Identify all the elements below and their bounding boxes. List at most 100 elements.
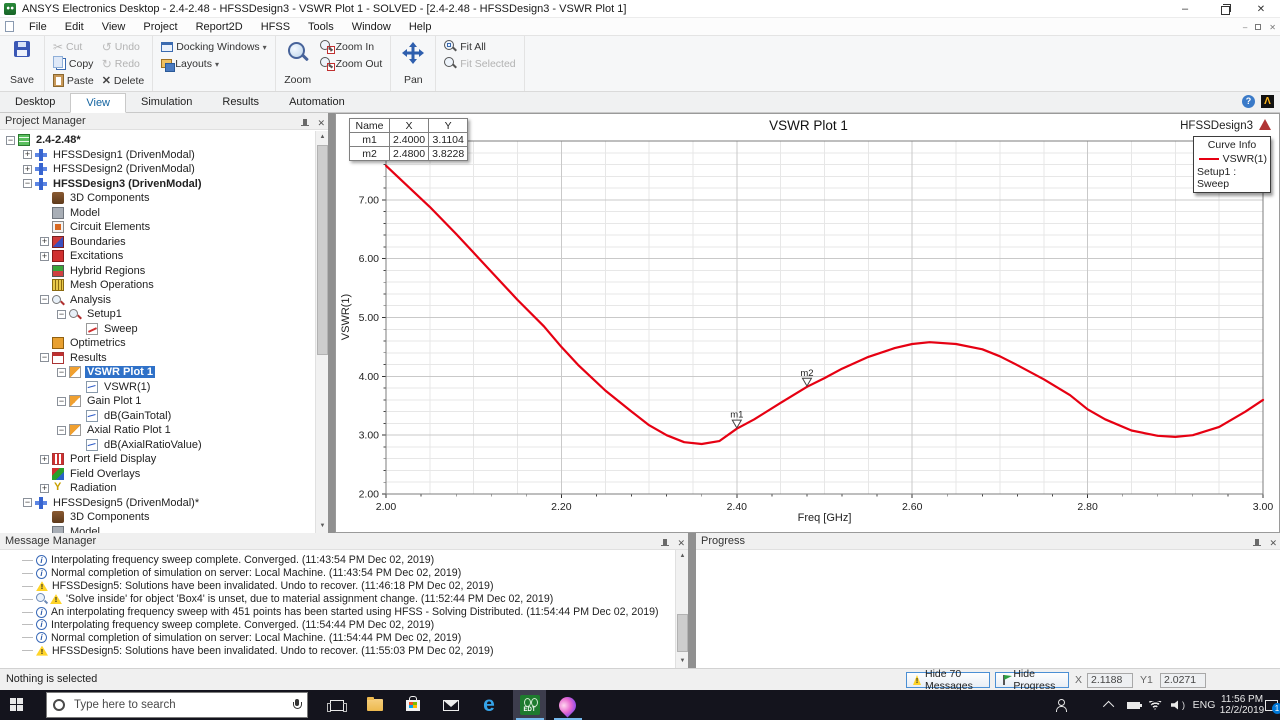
start-button[interactable] <box>10 698 24 712</box>
collapse-icon[interactable]: − <box>57 426 66 435</box>
microphone-icon[interactable] <box>292 699 301 712</box>
tree-item[interactable]: dB(AxialRatioValue) <box>0 438 315 453</box>
tree-item[interactable]: Circuit Elements <box>0 220 315 235</box>
tab-simulation[interactable]: Simulation <box>126 93 207 112</box>
legend[interactable]: Curve Info VSWR(1) Setup1 : Sweep <box>1193 136 1271 193</box>
tree-item[interactable]: −Results <box>0 351 315 366</box>
tree-item[interactable]: 3D Components <box>0 510 315 525</box>
fit-selected-button[interactable]: Fit Selected <box>440 55 519 72</box>
tree-item[interactable]: Model <box>0 206 315 221</box>
menu-tools[interactable]: Tools <box>299 18 343 36</box>
hide-progress-button[interactable]: Hide Progress <box>995 672 1069 688</box>
x-coordinate-field[interactable]: 2.1188 <box>1087 673 1133 688</box>
collapse-icon[interactable]: − <box>40 295 49 304</box>
message-row[interactable]: !'Solve inside' for object 'Box4' is uns… <box>22 593 674 606</box>
battery-indicator[interactable] <box>1122 690 1144 720</box>
message-row[interactable]: iAn interpolating frequency sweep with 4… <box>22 606 674 619</box>
ansys-edt-taskbar-button[interactable]: EDT <box>513 690 546 720</box>
clock[interactable]: 11:56 PM 12/2/2019 <box>1218 690 1266 720</box>
menu-hfss[interactable]: HFSS <box>252 18 299 36</box>
menu-edit[interactable]: Edit <box>56 18 93 36</box>
message-row[interactable]: !HFSSDesign5: Solutions have been invali… <box>22 580 674 593</box>
collapse-icon[interactable]: − <box>23 179 32 188</box>
tree-item[interactable]: +Boundaries <box>0 235 315 250</box>
expand-icon[interactable]: + <box>40 455 49 464</box>
pin-icon[interactable] <box>661 538 670 549</box>
message-row[interactable]: iNormal completion of simulation on serv… <box>22 631 674 644</box>
tree-item[interactable]: −VSWR Plot 1 <box>0 365 315 380</box>
tree-item[interactable]: +Radiation <box>0 481 315 496</box>
help-icon[interactable]: ? <box>1242 95 1255 108</box>
message-scrollbar[interactable]: ▲ ▼ <box>675 550 688 668</box>
edge-button[interactable]: e <box>470 690 508 720</box>
tree-item[interactable]: Field Overlays <box>0 467 315 482</box>
mail-button[interactable] <box>432 690 470 720</box>
message-row[interactable]: iInterpolating frequency sweep complete.… <box>22 554 674 567</box>
scrollbar-thumb[interactable] <box>677 614 688 652</box>
tree-item[interactable]: Model <box>0 525 315 534</box>
project-tree-scrollbar[interactable]: ▲ ▼ <box>315 131 328 533</box>
language-indicator[interactable]: ENG <box>1190 690 1218 720</box>
pin-icon[interactable] <box>1253 538 1262 549</box>
menu-project[interactable]: Project <box>134 18 186 36</box>
show-hidden-icons-button[interactable] <box>1100 690 1120 720</box>
expand-icon[interactable]: + <box>40 484 49 493</box>
scroll-down-icon[interactable]: ▼ <box>316 520 329 533</box>
minimize-button[interactable] <box>1166 0 1204 18</box>
taskbar-search[interactable] <box>46 692 308 718</box>
tree-item[interactable]: dB(GainTotal) <box>0 409 315 424</box>
mdi-minimize-button[interactable] <box>1243 23 1247 32</box>
file-explorer-button[interactable] <box>356 690 394 720</box>
undo-button[interactable]: Undo <box>98 38 149 55</box>
network-indicator[interactable] <box>1144 690 1166 720</box>
tree-item[interactable]: Optimetrics <box>0 336 315 351</box>
collapse-icon[interactable]: − <box>6 136 15 145</box>
menu-view[interactable]: View <box>93 18 135 36</box>
expand-icon[interactable]: + <box>40 237 49 246</box>
vswr-chart[interactable]: 2.002.202.402.602.803.002.003.004.005.00… <box>336 114 1279 532</box>
tab-automation[interactable]: Automation <box>274 93 360 112</box>
paste-button[interactable]: Paste <box>49 72 98 89</box>
save-button[interactable]: Save <box>4 38 40 88</box>
tree-item[interactable]: +Port Field Display <box>0 452 315 467</box>
scroll-down-icon[interactable]: ▼ <box>676 655 689 668</box>
message-row[interactable]: iInterpolating frequency sweep complete.… <box>22 618 674 631</box>
copy-button[interactable]: Copy <box>49 55 98 72</box>
tree-item[interactable]: 3D Components <box>0 191 315 206</box>
close-button[interactable] <box>1242 0 1280 18</box>
redo-button[interactable]: Redo <box>98 55 149 72</box>
menu-window[interactable]: Window <box>343 18 400 36</box>
tab-view[interactable]: View <box>70 93 126 113</box>
menu-file[interactable]: File <box>20 18 56 36</box>
collapse-icon[interactable]: − <box>57 368 66 377</box>
tree-item[interactable]: Sweep <box>0 322 315 337</box>
microsoft-store-button[interactable] <box>394 690 432 720</box>
expand-icon[interactable]: + <box>40 252 49 261</box>
fit-all-button[interactable]: Fit All <box>440 38 519 55</box>
tree-item[interactable]: −HFSSDesign5 (DrivenModal)* <box>0 496 315 511</box>
close-icon[interactable] <box>1269 535 1277 552</box>
delete-button[interactable]: Delete <box>98 72 149 89</box>
mdi-restore-button[interactable] <box>1255 24 1261 30</box>
message-row[interactable]: !HFSSDesign5: Solutions have been invali… <box>22 644 674 657</box>
tree-item[interactable]: +Excitations <box>0 249 315 264</box>
volume-indicator[interactable]: ) <box>1166 690 1190 720</box>
expand-icon[interactable]: + <box>23 150 32 159</box>
tree-item[interactable]: −Gain Plot 1 <box>0 394 315 409</box>
collapse-icon[interactable]: − <box>57 310 66 319</box>
collapse-icon[interactable]: − <box>40 353 49 362</box>
zoom-in-button[interactable]: + Zoom In <box>316 38 387 55</box>
people-button[interactable] <box>1048 690 1074 720</box>
search-input[interactable] <box>72 698 285 712</box>
paint3d-taskbar-button[interactable] <box>551 690 584 720</box>
menu-report2d[interactable]: Report2D <box>187 18 252 36</box>
tree-item[interactable]: +HFSSDesign2 (DrivenModal) <box>0 162 315 177</box>
tree-item[interactable]: −Axial Ratio Plot 1 <box>0 423 315 438</box>
menu-help[interactable]: Help <box>400 18 441 36</box>
scroll-up-icon[interactable]: ▲ <box>316 131 329 144</box>
pin-icon[interactable] <box>301 118 310 129</box>
message-row[interactable]: iNormal completion of simulation on serv… <box>22 567 674 580</box>
zoom-out-button[interactable]: − Zoom Out <box>316 55 387 72</box>
tab-results[interactable]: Results <box>207 93 274 112</box>
y1-coordinate-field[interactable]: 2.0271 <box>1160 673 1206 688</box>
